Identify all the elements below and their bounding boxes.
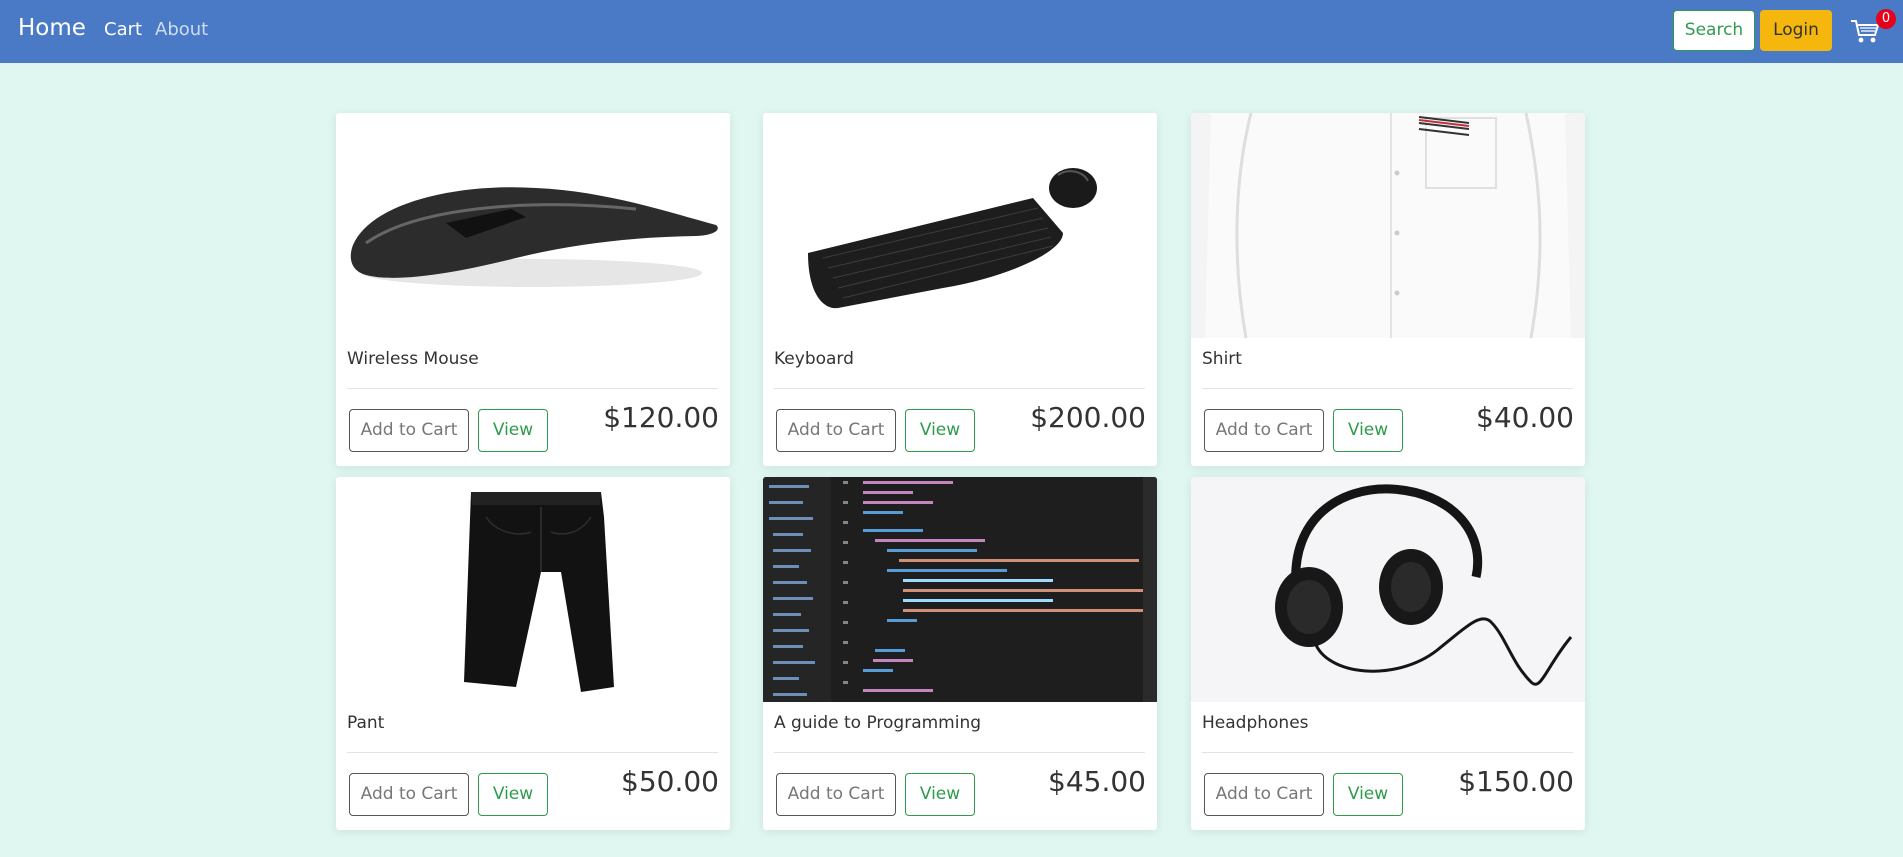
add-to-cart-button[interactable]: Add to Cart — [776, 773, 896, 816]
divider — [774, 752, 1145, 753]
product-title: Wireless Mouse — [347, 349, 479, 369]
product-image — [763, 113, 1157, 338]
product-title: Keyboard — [774, 349, 854, 369]
divider — [1202, 388, 1573, 389]
add-to-cart-button[interactable]: Add to Cart — [776, 409, 896, 452]
login-button[interactable]: Login — [1760, 10, 1832, 51]
cart-count-badge: 0 — [1876, 9, 1896, 29]
keyboard-image — [763, 113, 1157, 338]
view-button[interactable]: View — [1333, 409, 1403, 452]
product-price: $40.00 — [1476, 401, 1574, 434]
view-button[interactable]: View — [905, 409, 975, 452]
nav-link-cart[interactable]: Cart — [104, 19, 142, 40]
nav-link-about[interactable]: About — [155, 19, 208, 40]
product-title: Headphones — [1202, 713, 1309, 733]
add-to-cart-button[interactable]: Add to Cart — [349, 773, 469, 816]
wireless-mouse-image — [336, 113, 730, 338]
product-card: Headphones Add to Cart View $150.00 — [1191, 477, 1585, 830]
product-title: Shirt — [1202, 349, 1242, 369]
divider — [347, 752, 718, 753]
product-price: $50.00 — [621, 765, 719, 798]
search-button[interactable]: Search — [1673, 10, 1755, 51]
product-price: $120.00 — [603, 401, 719, 434]
add-to-cart-button[interactable]: Add to Cart — [1204, 773, 1324, 816]
add-to-cart-button[interactable]: Add to Cart — [1204, 409, 1324, 452]
product-card: Shirt Add to Cart View $40.00 — [1191, 113, 1585, 466]
product-image — [763, 477, 1157, 702]
product-price: $150.00 — [1458, 765, 1574, 798]
product-price: $45.00 — [1048, 765, 1146, 798]
product-title: Pant — [347, 713, 385, 733]
product-image — [1191, 477, 1585, 702]
home-link[interactable]: Home — [18, 15, 86, 41]
product-card: A guide to Programming Add to Cart View … — [763, 477, 1157, 830]
black-pants-image — [336, 477, 730, 702]
divider — [774, 388, 1145, 389]
product-title: A guide to Programming — [774, 713, 982, 733]
product-card: Wireless Mouse Add to Cart View $120.00 — [336, 113, 730, 466]
view-button[interactable]: View — [478, 409, 548, 452]
add-to-cart-button[interactable]: Add to Cart — [349, 409, 469, 452]
view-button[interactable]: View — [905, 773, 975, 816]
white-shirt-image — [1191, 113, 1585, 338]
product-price: $200.00 — [1030, 401, 1146, 434]
product-card: Keyboard Add to Cart View $200.00 — [763, 113, 1157, 466]
product-image — [1191, 113, 1585, 338]
product-card: Pant Add to Cart View $50.00 — [336, 477, 730, 830]
view-button[interactable]: View — [478, 773, 548, 816]
product-image — [336, 113, 730, 338]
product-image — [336, 477, 730, 702]
divider — [347, 388, 718, 389]
divider — [1202, 752, 1573, 753]
navbar: Home Cart About Search Login 0 — [0, 0, 1903, 63]
view-button[interactable]: View — [1333, 773, 1403, 816]
headphones-image — [1191, 477, 1585, 702]
code-editor-image — [763, 477, 1157, 702]
